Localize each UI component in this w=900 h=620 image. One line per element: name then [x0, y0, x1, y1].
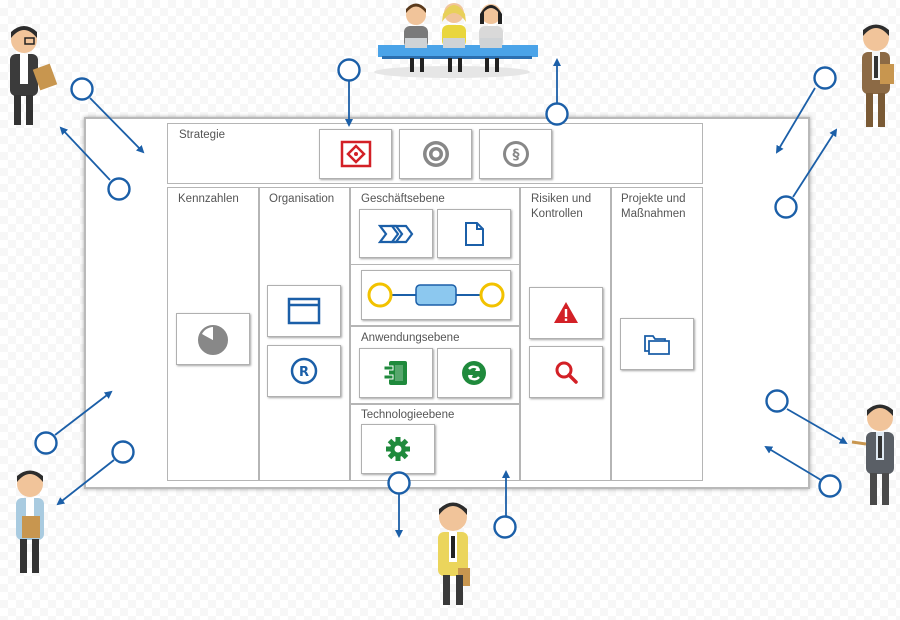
connector-handle[interactable] [545, 102, 569, 126]
connector-handle[interactable] [774, 195, 798, 219]
connector-handle[interactable] [34, 431, 58, 455]
connector-handle[interactable] [818, 474, 842, 498]
connector-handle[interactable] [813, 66, 837, 90]
connector-handle[interactable] [107, 177, 131, 201]
connector-handle[interactable] [337, 58, 361, 82]
connector-handle[interactable] [111, 440, 135, 464]
connector-overlay [34, 58, 848, 539]
connector-handle[interactable] [387, 471, 411, 495]
connector-handle[interactable] [70, 77, 94, 101]
connector-handle[interactable] [493, 515, 517, 539]
connector-handle[interactable] [765, 389, 789, 413]
